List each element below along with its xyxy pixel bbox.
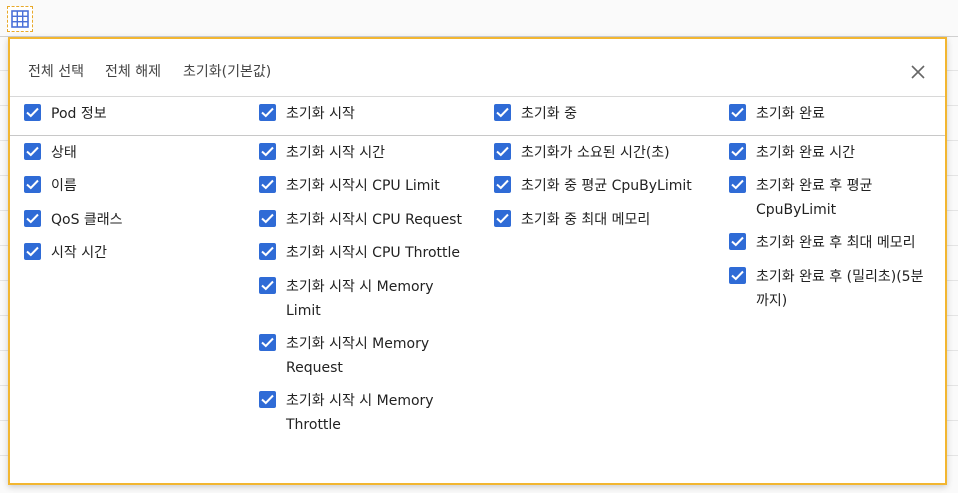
check-icon [261,213,274,224]
check-icon [261,107,274,118]
group-checkbox-init-start[interactable]: 초기화 시작 [259,102,474,126]
check-icon [261,179,274,190]
checkbox[interactable] [259,176,276,193]
list-item[interactable]: 시작 시간 [24,241,239,265]
checkbox[interactable] [24,243,41,260]
checkbox[interactable] [729,267,746,284]
check-icon [496,213,509,224]
checkbox[interactable] [259,277,276,294]
checkbox-label: 상태 [51,145,77,161]
list-item[interactable]: 초기화 완료 후 (밀리초)(5분까지) [729,265,939,313]
checkbox[interactable] [729,104,746,121]
checkbox[interactable] [729,176,746,193]
check-icon [496,107,509,118]
check-icon [26,213,39,224]
checkbox-label: 시작 시간 [51,245,107,261]
check-icon [261,146,274,157]
list-item[interactable]: 초기화 시작 시 Memory Throttle [259,389,474,437]
list-item[interactable]: 초기화 시작시 CPU Throttle [259,241,474,265]
list-item[interactable]: QoS 클래스 [24,208,239,232]
checkbox-label: 초기화 완료 [756,106,825,122]
check-icon [731,107,744,118]
group-checkbox-init-complete[interactable]: 초기화 완료 [729,102,939,126]
checkbox[interactable] [259,243,276,260]
checkbox[interactable] [24,143,41,160]
check-icon [731,146,744,157]
checkbox[interactable] [259,143,276,160]
checkbox-label: 초기화 시작시 CPU Request [286,212,462,228]
check-icon [731,270,744,281]
checkbox[interactable] [494,210,511,227]
check-icon [261,246,274,257]
checkbox-label: 초기화 완료 시간 [756,145,856,161]
check-icon [26,107,39,118]
select-all-button[interactable]: 전체 선택 [28,61,84,81]
list-item[interactable]: 초기화 시작시 CPU Request [259,208,474,232]
checkbox-label: 초기화 시작 시 Memory Throttle [286,393,434,433]
checkbox-label: 초기화 중 최대 메모리 [521,212,651,228]
check-icon [731,236,744,247]
checkbox-label: 초기화 중 평균 CpuByLimit [521,178,692,194]
check-icon [261,337,274,348]
checkbox[interactable] [494,104,511,121]
list-item[interactable]: 초기화 시작 시간 [259,141,474,165]
checkbox-label: 초기화 완료 후 (밀리초)(5분까지) [756,269,924,309]
checkbox-label: 초기화 시작 시간 [286,145,386,161]
check-icon [496,179,509,190]
checkbox-label: 초기화 중 [521,106,577,122]
check-icon [26,246,39,257]
check-icon [731,179,744,190]
checkbox-label: 초기화 시작시 CPU Throttle [286,245,461,261]
checkbox-label: 초기화 시작시 Memory Request [286,336,430,376]
checkbox-label: Pod 정보 [51,106,107,122]
checkbox-label: 초기화 완료 후 평균 CpuByLimit [756,178,873,218]
list-item[interactable]: 초기화 완료 후 최대 메모리 [729,231,939,255]
checkbox[interactable] [729,143,746,160]
checkbox-label: 초기화 시작 [286,106,355,122]
list-item[interactable]: 초기화 시작시 Memory Request [259,332,474,380]
list-item[interactable]: 초기화 완료 후 평균 CpuByLimit [729,174,939,222]
checkbox-label: QoS 클래스 [51,212,123,228]
close-button[interactable] [908,62,928,82]
check-icon [261,394,274,405]
list-item[interactable]: 이름 [24,174,239,198]
checkbox[interactable] [494,143,511,160]
checkbox[interactable] [259,334,276,351]
list-item[interactable]: 상태 [24,141,239,165]
reset-default-button[interactable]: 초기화(기본값) [183,61,271,81]
checkbox-label: 초기화가 소요된 시간(초) [521,145,670,161]
checkbox[interactable] [24,176,41,193]
close-icon [911,65,925,79]
checkbox-label: 초기화 시작시 CPU Limit [286,178,440,194]
list-item[interactable]: 초기화 완료 시간 [729,141,939,165]
column-selector-panel: 전체 선택 전체 해제 초기화(기본값) Pod 정보 상태 이름 QoS 클래… [8,37,947,485]
check-icon [26,146,39,157]
checkbox[interactable] [24,104,41,121]
checkbox-label: 이름 [51,178,77,194]
panel-toolbar: 전체 선택 전체 해제 초기화(기본값) [10,39,945,97]
column-settings-button[interactable] [7,6,33,32]
checkbox-label: 초기화 완료 후 최대 메모리 [756,235,916,251]
group-checkbox-init-in-progress[interactable]: 초기화 중 [494,102,709,126]
list-item[interactable]: 초기화 시작 시 Memory Limit [259,275,474,323]
checkbox[interactable] [729,233,746,250]
group-checkbox-pod-info[interactable]: Pod 정보 [24,102,239,126]
list-item[interactable]: 초기화 시작시 CPU Limit [259,174,474,198]
list-item[interactable]: 초기화가 소요된 시간(초) [494,141,709,165]
checkbox[interactable] [24,210,41,227]
list-item[interactable]: 초기화 중 최대 메모리 [494,208,709,232]
checkbox[interactable] [259,210,276,227]
list-item[interactable]: 초기화 중 평균 CpuByLimit [494,174,709,198]
deselect-all-button[interactable]: 전체 해제 [105,61,161,81]
checkbox[interactable] [259,391,276,408]
check-icon [496,146,509,157]
checkbox[interactable] [494,176,511,193]
check-icon [261,280,274,291]
checkbox[interactable] [259,104,276,121]
checkbox-label: 초기화 시작 시 Memory Limit [286,279,434,319]
grid-icon [11,10,29,28]
check-icon [26,179,39,190]
